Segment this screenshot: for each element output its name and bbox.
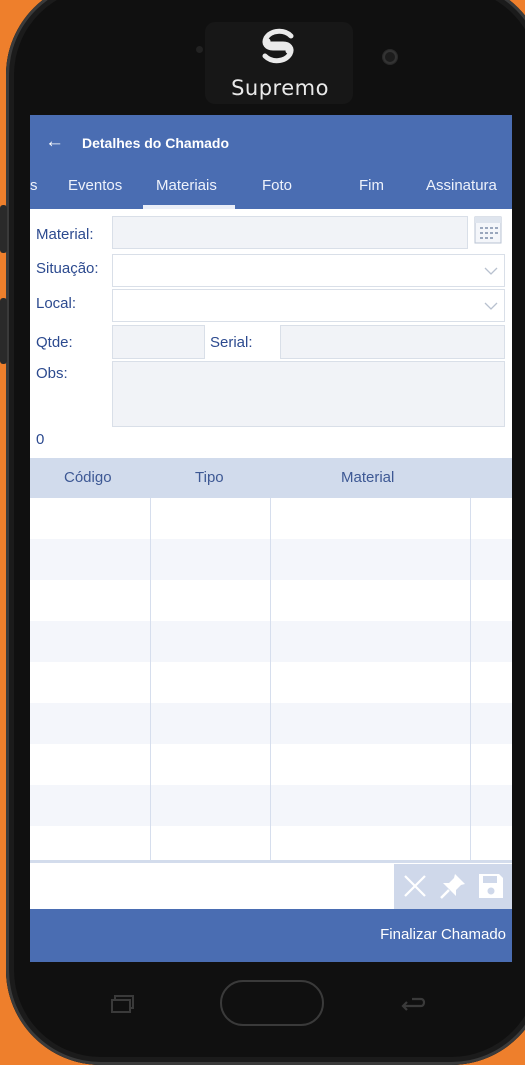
chevron-down-icon bbox=[484, 302, 498, 310]
qtde-label: Qtde: bbox=[36, 334, 73, 351]
back-nav-icon[interactable] bbox=[398, 994, 428, 1014]
table-row[interactable] bbox=[30, 744, 512, 785]
app-bar: ← Detalhes do Chamado s Eventos Materiai… bbox=[30, 115, 512, 209]
calendar-icon[interactable] bbox=[474, 215, 502, 245]
qtde-field[interactable] bbox=[112, 325, 205, 359]
chevron-down-icon bbox=[484, 267, 498, 275]
obs-textarea[interactable] bbox=[112, 361, 505, 427]
situacao-select[interactable] bbox=[112, 254, 505, 287]
local-select[interactable] bbox=[112, 289, 505, 322]
material-field[interactable] bbox=[112, 216, 468, 249]
item-count: 0 bbox=[36, 431, 45, 448]
power-button bbox=[0, 298, 7, 364]
brand-logo-text: Supremo bbox=[231, 76, 329, 100]
column-header-material[interactable]: Material bbox=[341, 469, 394, 486]
table-row[interactable] bbox=[30, 785, 512, 826]
serial-label: Serial: bbox=[210, 334, 253, 351]
table-header: Código Tipo Material bbox=[30, 458, 512, 498]
volume-button bbox=[0, 205, 7, 253]
brand-logo-icon bbox=[262, 28, 294, 64]
table-row[interactable] bbox=[30, 580, 512, 621]
material-label: Material: bbox=[36, 226, 94, 243]
home-button[interactable] bbox=[220, 980, 324, 1026]
action-toolbar bbox=[394, 864, 512, 909]
close-icon[interactable] bbox=[400, 871, 430, 901]
table-row[interactable] bbox=[30, 498, 512, 539]
local-label: Local: bbox=[36, 295, 77, 312]
app-screen: ← Detalhes do Chamado s Eventos Materiai… bbox=[30, 115, 512, 962]
tab-materiais[interactable]: Materiais bbox=[156, 177, 217, 194]
finalizar-chamado-button[interactable]: Finalizar Chamado bbox=[380, 926, 506, 943]
tab-indicator bbox=[143, 205, 235, 209]
front-camera bbox=[383, 50, 397, 64]
table-row[interactable] bbox=[30, 703, 512, 744]
tab-partial[interactable]: s bbox=[30, 177, 38, 194]
table-row[interactable] bbox=[30, 621, 512, 662]
pin-icon[interactable] bbox=[438, 871, 468, 901]
tab-foto[interactable]: Foto bbox=[262, 177, 292, 194]
table-row[interactable] bbox=[30, 662, 512, 703]
table-row[interactable] bbox=[30, 539, 512, 580]
column-header-codigo[interactable]: Código bbox=[64, 469, 112, 486]
save-icon[interactable] bbox=[476, 871, 506, 901]
situacao-label: Situação: bbox=[36, 260, 99, 277]
serial-field[interactable] bbox=[280, 325, 505, 359]
footer-bar: Finalizar Chamado bbox=[30, 909, 512, 962]
table-bottom-divider bbox=[30, 860, 512, 863]
column-header-tipo[interactable]: Tipo bbox=[195, 469, 224, 486]
tab-assinatura[interactable]: Assinatura bbox=[426, 177, 497, 194]
tab-fim[interactable]: Fim bbox=[359, 177, 384, 194]
page-title: Detalhes do Chamado bbox=[82, 135, 230, 151]
back-arrow-icon[interactable]: ← bbox=[45, 131, 64, 153]
tab-eventos[interactable]: Eventos bbox=[68, 177, 122, 194]
column-divider bbox=[470, 498, 471, 860]
sensor-dot bbox=[196, 46, 203, 53]
column-divider bbox=[150, 498, 151, 860]
column-divider bbox=[270, 498, 271, 860]
recents-icon[interactable] bbox=[110, 995, 136, 1013]
table-row[interactable] bbox=[30, 826, 512, 860]
obs-label: Obs: bbox=[36, 365, 68, 382]
